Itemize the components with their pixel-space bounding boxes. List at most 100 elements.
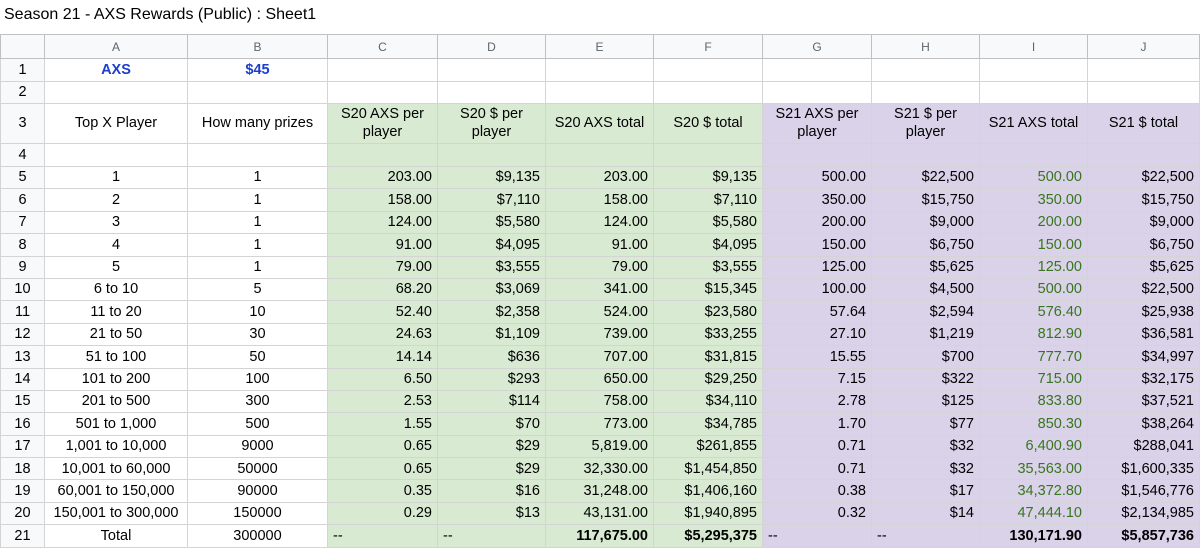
data-cell-g[interactable]: 350.00 [762, 188, 872, 212]
data-cell-f[interactable]: $34,110 [653, 389, 763, 414]
cell[interactable] [187, 81, 328, 104]
data-cell-c[interactable]: 0.35 [327, 479, 438, 503]
total-cell-j[interactable]: $5,857,736 [1087, 524, 1200, 549]
row-header[interactable]: 15 [0, 389, 45, 414]
data-cell-e[interactable]: 31,248.00 [545, 479, 654, 503]
data-cell-j[interactable]: $22,500 [1087, 277, 1200, 302]
cell[interactable] [327, 58, 438, 82]
data-cell-d[interactable]: $636 [437, 345, 546, 369]
data-cell-a[interactable]: 2 [44, 188, 188, 212]
data-cell-b[interactable]: 150000 [187, 501, 328, 526]
data-cell-j[interactable]: $25,938 [1087, 300, 1200, 324]
row-header[interactable]: 13 [0, 345, 45, 369]
data-cell-j[interactable]: $37,521 [1087, 389, 1200, 414]
row-header[interactable]: 11 [0, 300, 45, 324]
data-cell-b[interactable]: 50000 [187, 457, 328, 481]
data-cell-j[interactable]: $36,581 [1087, 322, 1200, 347]
column-header-g[interactable]: G [762, 34, 872, 59]
total-cell-h[interactable]: -- [871, 524, 980, 549]
column-header-h[interactable]: H [871, 34, 980, 59]
data-cell-j[interactable]: $6,750 [1087, 233, 1200, 257]
data-cell-g[interactable]: 57.64 [762, 300, 872, 324]
cell[interactable] [871, 58, 980, 82]
data-cell-a[interactable]: 201 to 500 [44, 389, 188, 414]
data-cell-c[interactable]: 6.50 [327, 367, 438, 391]
data-cell-c[interactable]: 1.55 [327, 412, 438, 436]
cell-a1[interactable]: AXS [44, 58, 188, 82]
column-header-a[interactable]: A [44, 34, 188, 59]
data-cell-j[interactable]: $38,264 [1087, 412, 1200, 436]
data-cell-j[interactable]: $34,997 [1087, 345, 1200, 369]
column-header-d[interactable]: D [437, 34, 546, 59]
cell[interactable] [437, 81, 546, 104]
data-cell-a[interactable]: 21 to 50 [44, 322, 188, 347]
data-cell-c[interactable]: 24.63 [327, 322, 438, 347]
data-cell-f[interactable]: $261,855 [653, 434, 763, 459]
data-cell-d[interactable]: $114 [437, 389, 546, 414]
column-header-i[interactable]: I [979, 34, 1088, 59]
cell[interactable] [44, 81, 188, 104]
data-cell-f[interactable]: $1,406,160 [653, 479, 763, 503]
data-cell-b[interactable]: 1 [187, 188, 328, 212]
data-cell-c[interactable]: 79.00 [327, 255, 438, 279]
row-header[interactable]: 7 [0, 210, 45, 235]
data-cell-a[interactable]: 51 to 100 [44, 345, 188, 369]
data-cell-g[interactable]: 27.10 [762, 322, 872, 347]
data-cell-e[interactable]: 739.00 [545, 322, 654, 347]
data-cell-d[interactable]: $70 [437, 412, 546, 436]
data-cell-e[interactable]: 773.00 [545, 412, 654, 436]
data-cell-i[interactable]: 34,372.80 [979, 479, 1088, 503]
data-cell-j[interactable]: $22,500 [1087, 165, 1200, 190]
data-cell-h[interactable]: $322 [871, 367, 980, 391]
data-cell-i[interactable]: 350.00 [979, 188, 1088, 212]
header-cell-s20-dollar-total[interactable]: S20 $ total [653, 103, 763, 144]
column-header-c[interactable]: C [327, 34, 438, 59]
data-cell-f[interactable]: $5,580 [653, 210, 763, 235]
data-cell-j[interactable]: $288,041 [1087, 434, 1200, 459]
data-cell-b[interactable]: 1 [187, 255, 328, 279]
data-cell-i[interactable]: 150.00 [979, 233, 1088, 257]
data-cell-c[interactable]: 52.40 [327, 300, 438, 324]
header-cell-how-many-prizes[interactable]: How many prizes [187, 103, 328, 144]
data-cell-i[interactable]: 812.90 [979, 322, 1088, 347]
data-cell-f[interactable]: $29,250 [653, 367, 763, 391]
data-cell-f[interactable]: $31,815 [653, 345, 763, 369]
row-header[interactable]: 10 [0, 277, 45, 302]
data-cell-b[interactable]: 100 [187, 367, 328, 391]
data-cell-e[interactable]: 5,819.00 [545, 434, 654, 459]
data-cell-f[interactable]: $15,345 [653, 277, 763, 302]
data-cell-c[interactable]: 203.00 [327, 165, 438, 190]
cell[interactable] [545, 143, 654, 167]
data-cell-j[interactable]: $1,546,776 [1087, 479, 1200, 503]
cell[interactable] [979, 81, 1088, 104]
data-cell-f[interactable]: $1,454,850 [653, 457, 763, 481]
data-cell-i[interactable]: 125.00 [979, 255, 1088, 279]
data-cell-b[interactable]: 300 [187, 389, 328, 414]
data-cell-i[interactable]: 850.30 [979, 412, 1088, 436]
row-header[interactable]: 18 [0, 457, 45, 481]
total-cell-b[interactable]: 300000 [187, 524, 328, 549]
data-cell-e[interactable]: 650.00 [545, 367, 654, 391]
data-cell-e[interactable]: 91.00 [545, 233, 654, 257]
data-cell-d[interactable]: $293 [437, 367, 546, 391]
select-all-corner[interactable] [0, 34, 45, 59]
header-cell-top-x-player[interactable]: Top X Player [44, 103, 188, 144]
data-cell-e[interactable]: 124.00 [545, 210, 654, 235]
cell[interactable] [437, 58, 546, 82]
row-header[interactable]: 14 [0, 367, 45, 391]
column-header-e[interactable]: E [545, 34, 654, 59]
data-cell-j[interactable]: $2,134,985 [1087, 501, 1200, 526]
data-cell-d[interactable]: $4,095 [437, 233, 546, 257]
data-cell-e[interactable]: 79.00 [545, 255, 654, 279]
data-cell-g[interactable]: 125.00 [762, 255, 872, 279]
data-cell-g[interactable]: 500.00 [762, 165, 872, 190]
data-cell-c[interactable]: 0.65 [327, 457, 438, 481]
data-cell-c[interactable]: 0.65 [327, 434, 438, 459]
data-cell-c[interactable]: 14.14 [327, 345, 438, 369]
data-cell-a[interactable]: 1,001 to 10,000 [44, 434, 188, 459]
cell[interactable] [1087, 58, 1200, 82]
total-cell-g[interactable]: -- [762, 524, 872, 549]
data-cell-f[interactable]: $1,940,895 [653, 501, 763, 526]
data-cell-i[interactable]: 576.40 [979, 300, 1088, 324]
data-cell-d[interactable]: $7,110 [437, 188, 546, 212]
